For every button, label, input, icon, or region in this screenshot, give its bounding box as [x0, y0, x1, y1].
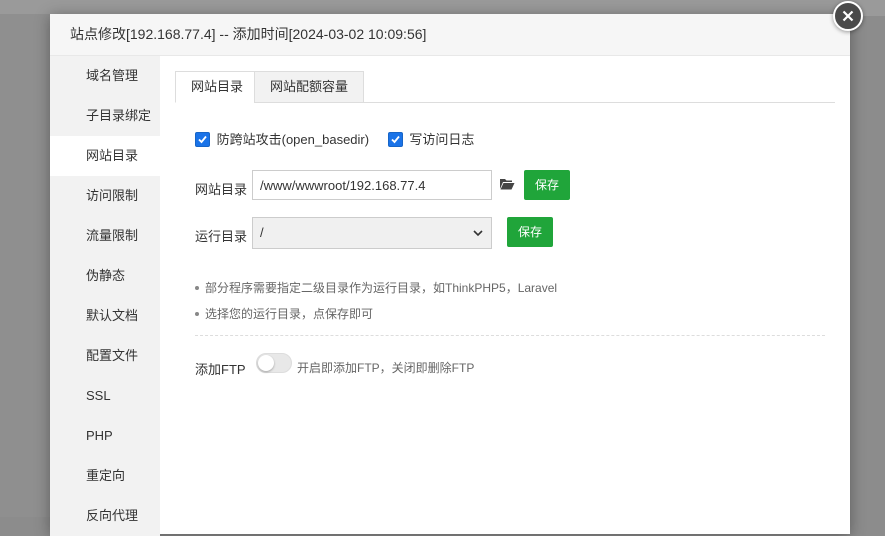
sidebar-item-ssl[interactable]: SSL	[50, 376, 160, 416]
run-dir-selected-value: /	[260, 225, 264, 240]
tip-item: 部分程序需要指定二级目录作为运行目录，如ThinkPHP5，Laravel	[195, 279, 557, 296]
checkmark-icon	[391, 135, 400, 144]
sidebar-item-site-directory[interactable]: 网站目录	[50, 136, 160, 176]
chevron-down-icon	[473, 230, 483, 237]
sidebar-item-subdir-binding[interactable]: 子目录绑定	[50, 96, 160, 136]
tip-text: 选择您的运行目录，点保存即可	[205, 307, 374, 321]
dialog-sidebar: 域名管理 子目录绑定 网站目录 访问限制 流量限制 伪静态 默认文档 配置文件 …	[50, 56, 160, 536]
close-icon	[842, 10, 854, 22]
tab-site-quota[interactable]: 网站配额容量	[254, 71, 365, 103]
bullet-icon	[195, 285, 199, 290]
sidebar-item-traffic-limit[interactable]: 流量限制	[50, 216, 160, 256]
save-run-dir-button[interactable]: 保存	[507, 217, 553, 247]
toggle-knob	[258, 355, 274, 371]
access-log-checkbox[interactable]	[387, 132, 403, 148]
sidebar-item-rewrite[interactable]: 伪静态	[50, 256, 160, 296]
sidebar-item-default-document[interactable]: 默认文档	[50, 296, 160, 336]
ftp-label: 添加FTP	[195, 362, 246, 377]
anti-xss-checkbox[interactable]	[195, 132, 210, 148]
site-dir-input[interactable]	[252, 170, 492, 200]
ftp-description: 开启即添加FTP，关闭即删除FTP	[297, 361, 475, 375]
content-panel: 网站目录 网站配额容量 防跨站攻击(open_basedir) 写访问日志 网站…	[175, 71, 835, 377]
anti-xss-label: 防跨站攻击(open_basedir)	[216, 132, 370, 147]
sidebar-item-domain[interactable]: 域名管理	[50, 56, 160, 96]
ftp-toggle[interactable]	[256, 353, 292, 373]
tab-bar: 网站目录 网站配额容量	[175, 71, 835, 103]
bullet-icon	[195, 311, 199, 316]
run-dir-label: 运行目录	[195, 229, 248, 244]
tip-item: 选择您的运行目录，点保存即可	[195, 305, 373, 322]
tip-text: 部分程序需要指定二级目录作为运行目录，如ThinkPHP5，Laravel	[205, 281, 558, 295]
site-dir-label: 网站目录	[195, 182, 248, 197]
sidebar-item-access-limit[interactable]: 访问限制	[50, 176, 160, 216]
sidebar-item-php[interactable]: PHP	[50, 416, 160, 456]
background-overlay-left	[0, 14, 50, 517]
folder-open-icon[interactable]	[499, 177, 515, 194]
sidebar-item-redirect[interactable]: 重定向	[50, 456, 160, 496]
close-dialog-button[interactable]	[833, 1, 863, 31]
access-log-label: 写访问日志	[409, 132, 475, 147]
tab-site-directory[interactable]: 网站目录	[175, 71, 260, 103]
save-site-dir-button[interactable]: 保存	[524, 170, 570, 200]
divider	[195, 335, 825, 336]
site-edit-dialog: 站点修改[192.168.77.4] -- 添加时间[2024-03-02 10…	[50, 14, 850, 536]
sidebar-item-config-file[interactable]: 配置文件	[50, 336, 160, 376]
options-row: 防跨站攻击(open_basedir) 写访问日志	[195, 129, 474, 148]
checkmark-icon	[198, 135, 207, 144]
run-dir-select[interactable]: /	[252, 217, 492, 249]
dialog-title: 站点修改[192.168.77.4] -- 添加时间[2024-03-02 10…	[50, 14, 850, 56]
sidebar-item-reverse-proxy[interactable]: 反向代理	[50, 496, 160, 536]
